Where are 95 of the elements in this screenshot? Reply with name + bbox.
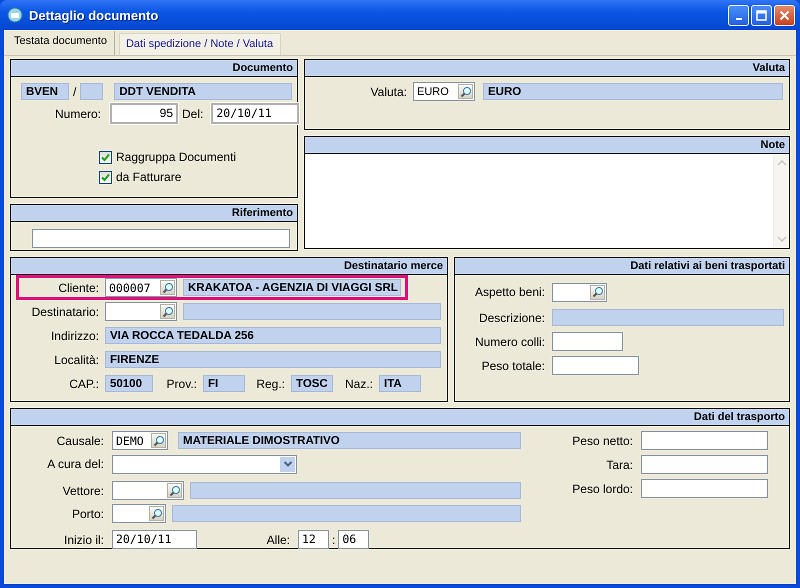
field-label: Descrizione:	[478, 310, 545, 324]
search-button[interactable]	[160, 280, 175, 295]
close-icon	[779, 10, 790, 20]
date-field[interactable]: 20/10/11	[112, 530, 197, 549]
readonly-field: FI	[203, 375, 245, 392]
field-label: Prov.:	[166, 376, 197, 390]
minute-field[interactable]: 06	[338, 530, 370, 549]
field-label: Del:	[182, 106, 204, 120]
search-button[interactable]	[458, 84, 473, 99]
app-icon	[7, 7, 23, 23]
search-button[interactable]	[151, 433, 166, 448]
search-icon	[460, 86, 472, 98]
panel-title: Dati del trasporto	[694, 411, 785, 423]
readonly-field: KRAKATOA - AGENZIA DI VIAGGI SRL	[183, 279, 401, 296]
field-label: Peso lordo:	[571, 482, 633, 496]
search-button[interactable]	[160, 304, 175, 319]
readonly-field: VIA ROCCA TEDALDA 256	[105, 327, 441, 344]
field-label: CAP.:	[68, 376, 99, 390]
text-field[interactable]	[641, 479, 768, 498]
field-label: Alle:	[266, 532, 290, 546]
lookup-field[interactable]	[112, 504, 166, 523]
time-separator: :	[332, 532, 336, 546]
lookup-field[interactable]: 000007	[105, 278, 177, 297]
tab[interactable]: Dati spedizione / Note / Valuta	[118, 33, 282, 55]
readonly-field: BVEN	[21, 83, 69, 100]
lookup-field[interactable]	[552, 282, 607, 302]
field-label: Peso totale:	[480, 358, 545, 372]
window-title: Dettaglio documento	[29, 8, 158, 22]
field-label: A cura del:	[46, 457, 104, 471]
field-label: Naz.:	[344, 376, 373, 390]
field-label: Cliente:	[57, 280, 99, 294]
lookup-field[interactable]: DEMO	[112, 431, 168, 450]
search-button[interactable]	[167, 483, 182, 498]
number-field[interactable]: 95	[110, 103, 178, 124]
readonly-field: FIRENZE	[105, 351, 441, 368]
search-icon	[152, 434, 164, 446]
text-field[interactable]	[641, 431, 768, 450]
field-label: Indirizzo:	[50, 328, 99, 342]
field-label: Valuta:	[370, 84, 407, 98]
checkbox-label: Raggruppa Documenti	[116, 150, 236, 164]
search-button[interactable]	[590, 284, 605, 300]
readonly-field: ITA	[379, 375, 421, 392]
close-button[interactable]	[774, 4, 795, 26]
search-icon	[150, 508, 162, 520]
readonly-field: DDT VENDITA	[114, 83, 292, 100]
field-label: Tara:	[605, 458, 633, 472]
text-field[interactable]	[552, 332, 623, 351]
tab[interactable]: Testata documento	[8, 31, 115, 55]
panel-title: Riferimento	[232, 207, 293, 219]
readonly-field: TOSC	[291, 375, 333, 392]
notes-field[interactable]	[305, 154, 789, 248]
field-label: Peso netto:	[571, 434, 633, 448]
field-label: Vettore:	[62, 484, 104, 498]
panel-title: Dati relativi ai beni trasportati	[630, 260, 785, 272]
chevron-down-icon	[282, 460, 292, 468]
checkbox[interactable]	[99, 150, 112, 164]
field-label: Porto:	[70, 506, 104, 520]
reference-field[interactable]	[32, 229, 290, 248]
field-label: Località:	[53, 352, 99, 366]
search-icon	[168, 484, 180, 496]
maximize-button[interactable]	[751, 4, 772, 26]
minimize-button[interactable]	[728, 4, 749, 26]
field-label: Aspetto beni:	[474, 285, 545, 299]
lookup-field[interactable]	[112, 481, 184, 500]
field-label: Numero:	[54, 106, 101, 120]
panel-title: Note	[760, 139, 785, 151]
minimize-icon	[736, 18, 742, 20]
maximize-icon	[756, 10, 767, 20]
search-icon	[592, 286, 604, 298]
search-icon	[162, 306, 174, 318]
text-field[interactable]	[552, 356, 639, 375]
dropdown[interactable]	[112, 454, 297, 474]
field-label: Numero colli:	[474, 334, 545, 348]
panel-title: Valuta	[752, 62, 785, 74]
checkbox[interactable]	[99, 170, 112, 184]
text-field[interactable]	[641, 455, 768, 474]
readonly-field	[80, 83, 104, 100]
date-field[interactable]: 20/10/11	[211, 103, 300, 124]
field-label: Destinatario:	[30, 304, 99, 318]
separator-label: /	[73, 84, 76, 98]
lookup-field[interactable]	[105, 302, 177, 321]
checkbox-label: da Fatturare	[116, 170, 182, 184]
field-label: Causale:	[56, 434, 104, 448]
search-icon	[162, 282, 174, 294]
lookup-field[interactable]: EURO	[413, 82, 475, 101]
panel-title: Destinatario merce	[344, 260, 443, 272]
field-label: Inizio il:	[62, 532, 104, 546]
readonly-field: 50100	[105, 375, 153, 392]
field-label: Reg.:	[255, 376, 285, 390]
readonly-field: MATERIALE DIMOSTRATIVO	[178, 432, 521, 449]
readonly-field: EURO	[483, 83, 783, 100]
search-button[interactable]	[149, 506, 164, 521]
dropdown-button[interactable]	[280, 456, 295, 472]
hour-field[interactable]: 12	[298, 530, 329, 549]
panel-title: Documento	[232, 62, 293, 74]
